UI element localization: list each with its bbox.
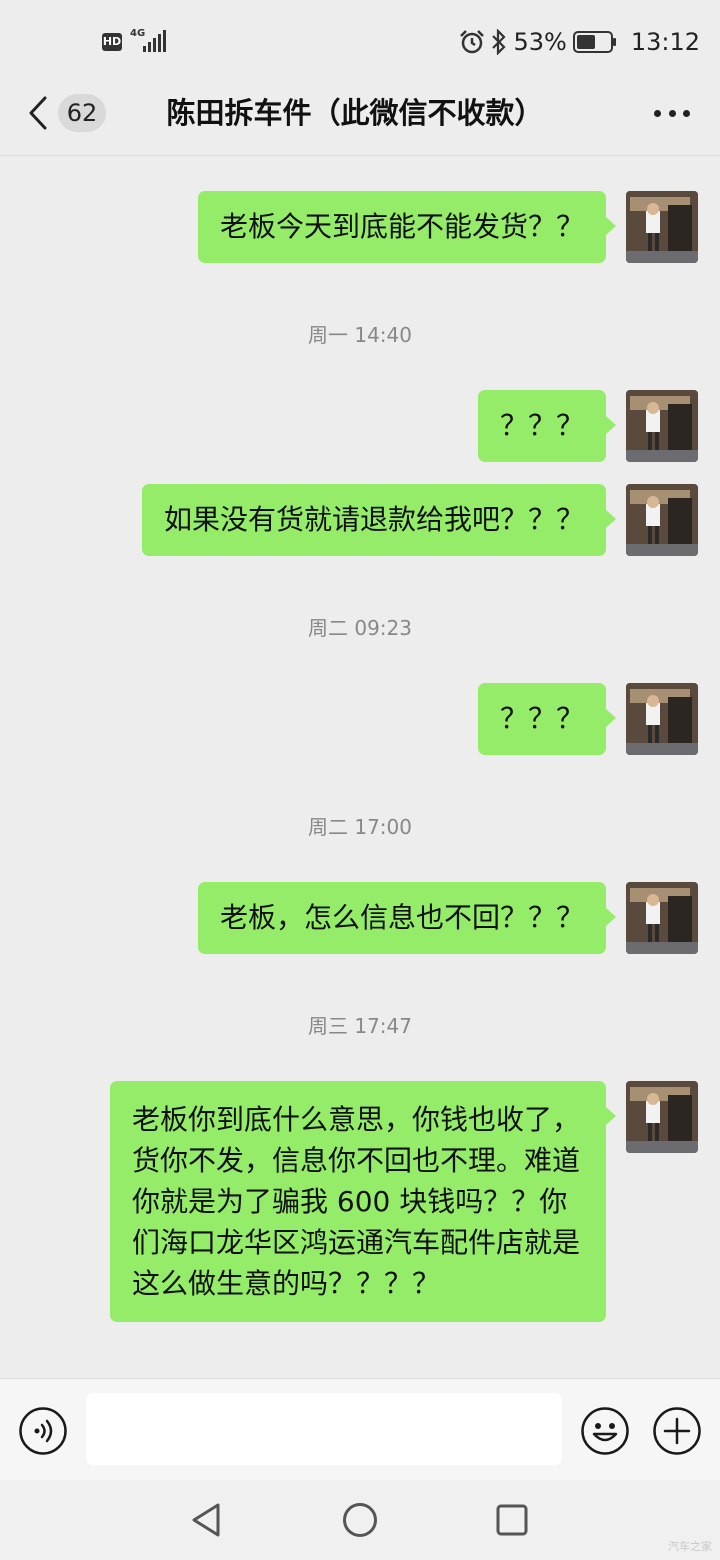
bluetooth-icon: [492, 29, 507, 55]
time-separator: 周二 09:23: [308, 616, 412, 640]
message-bubble[interactable]: 老板，怎么信息也不回？？？: [197, 882, 617, 954]
chat-title: 陈田拆车件（此微信不收款）: [166, 96, 544, 130]
avatar[interactable]: [626, 484, 698, 556]
unread-badge: 62: [58, 94, 106, 132]
battery-percent: 53%: [513, 28, 567, 56]
avatar-photo-icon: [626, 683, 698, 755]
nav-back-icon[interactable]: [190, 1502, 222, 1538]
system-navigation-bar: 汽车之家: [0, 1480, 720, 1560]
time-separator: 周一 14:40: [308, 323, 412, 347]
status-right: 53% 13:12: [459, 26, 700, 58]
message-bubble[interactable]: 如果没有货就请退款给我吧？？？: [141, 484, 617, 556]
message-bubble[interactable]: 老板今天到底能不能发货？？: [197, 191, 617, 263]
emoji-icon: [581, 1407, 629, 1455]
message-row: 老板你到底什么意思，你钱也收了，货你不发，信息你不回也不理。难道你就是为了骗我 …: [110, 1081, 698, 1322]
more-dots-icon: [654, 110, 661, 117]
avatar[interactable]: [626, 1081, 698, 1153]
battery-icon: [572, 31, 616, 53]
message-row: ？？？: [477, 390, 698, 462]
avatar[interactable]: [626, 191, 698, 263]
avatar[interactable]: [626, 683, 698, 755]
chat-screen: HD 4G 53% 13:12 62 陈田拆车件（此微信不收款） 老板今天到底能…: [0, 0, 720, 1560]
input-bar: [0, 1378, 720, 1480]
message-bubble[interactable]: 老板你到底什么意思，你钱也收了，货你不发，信息你不回也不理。难道你就是为了骗我 …: [110, 1081, 616, 1322]
avatar-photo-icon: [626, 484, 698, 556]
avatar[interactable]: [626, 390, 698, 462]
more-button[interactable]: [654, 110, 690, 118]
message-list[interactable]: 老板今天到底能不能发货？？ 周一 14:40 ？？？ 如果没有货就请退款给我吧？…: [0, 156, 720, 1378]
more-functions-button[interactable]: [652, 1406, 702, 1456]
chat-header: 62 陈田拆车件（此微信不收款）: [0, 70, 720, 156]
avatar[interactable]: [626, 882, 698, 954]
avatar-photo-icon: [626, 390, 698, 462]
voice-icon: [19, 1407, 67, 1455]
message-input[interactable]: [86, 1393, 562, 1465]
watermark: 汽车之家: [668, 1540, 712, 1553]
alarm-icon: [460, 30, 485, 54]
plus-icon: [653, 1407, 701, 1455]
message-row: 老板，怎么信息也不回？？？: [197, 882, 698, 954]
hd-badge: HD: [102, 33, 122, 51]
message-bubble[interactable]: ？？？: [477, 390, 617, 462]
avatar-photo-icon: [626, 1081, 698, 1153]
message-bubble[interactable]: ？？？: [477, 683, 617, 755]
time-separator: 周二 17:00: [308, 815, 412, 839]
nav-home-icon[interactable]: [342, 1502, 378, 1538]
message-row: 老板今天到底能不能发货？？: [197, 191, 698, 263]
emoji-button[interactable]: [580, 1406, 630, 1456]
clock: 13:12: [630, 28, 700, 56]
message-row: ？？？: [477, 683, 698, 755]
avatar-photo-icon: [626, 191, 698, 263]
time-separator: 周三 17:47: [308, 1014, 412, 1038]
message-row: 如果没有货就请退款给我吧？？？: [141, 484, 698, 556]
chevron-left-icon: [29, 96, 47, 130]
signal-icon: [143, 30, 166, 52]
avatar-photo-icon: [626, 882, 698, 954]
back-button[interactable]: 62: [28, 92, 108, 134]
nav-recents-icon[interactable]: [496, 1504, 528, 1536]
voice-button[interactable]: [18, 1406, 68, 1456]
